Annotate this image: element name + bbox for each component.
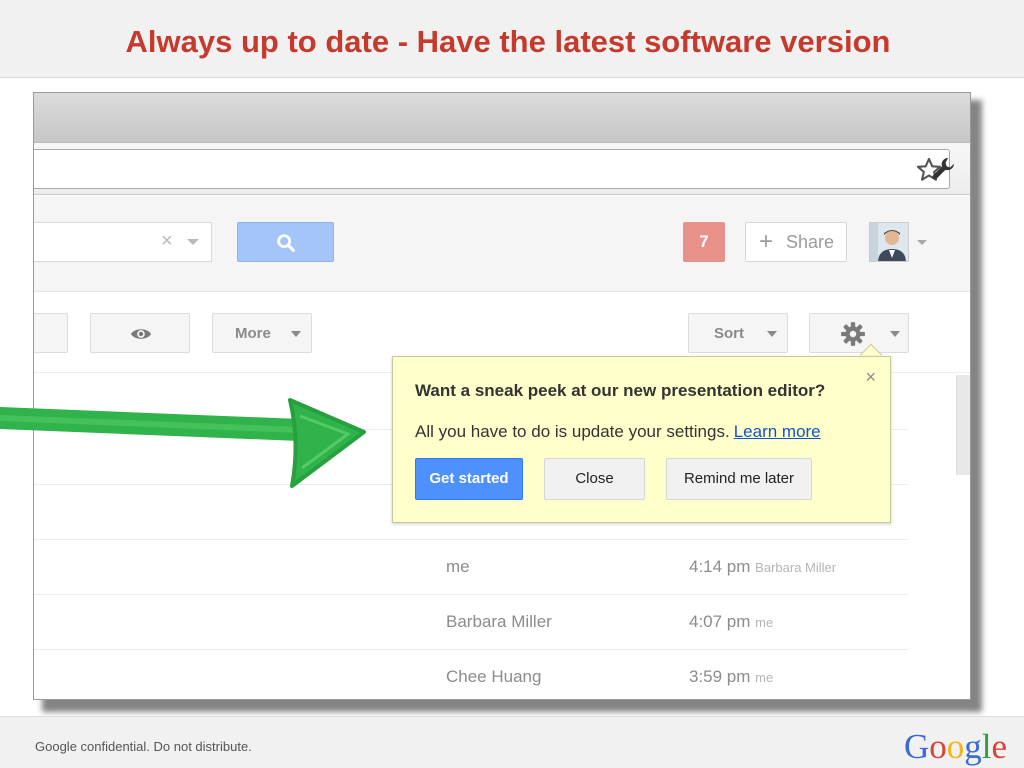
app-header: × 7 + Share [34,196,970,292]
user-photo-icon [870,223,908,261]
eye-icon [130,329,152,339]
row-meta: me [755,615,774,630]
promo-body-text: All you have to do is update your settin… [415,422,730,441]
clear-search-icon[interactable]: × [161,230,173,253]
more-button[interactable]: More [212,313,312,353]
row-sender: Chee Huang [446,667,542,686]
row-sender: Barbara Miller [446,612,552,631]
search-icon [277,234,295,252]
learn-more-link[interactable]: Learn more [734,422,821,441]
row-divider [34,594,908,595]
browser-titlebar [34,93,970,143]
close-button[interactable]: Close [544,458,645,500]
slide-footer: Google confidential. Do not distribute. … [0,716,1024,768]
search-button[interactable] [237,222,334,262]
wrench-icon[interactable] [930,155,958,183]
chevron-down-icon[interactable] [187,239,199,245]
more-label: More [235,325,271,342]
select-button[interactable] [34,313,68,353]
google-logo: Google [904,727,1008,766]
gear-icon [841,322,865,346]
row-divider [34,539,908,540]
sort-button[interactable]: Sort [688,313,788,353]
promo-body: All you have to do is update your settin… [415,422,821,442]
footer-text: Google confidential. Do not distribute. [35,739,252,754]
get-started-button[interactable]: Get started [415,458,523,500]
share-button[interactable]: + Share [745,222,847,262]
green-arrow-icon [0,398,366,488]
preview-button[interactable] [90,313,190,353]
close-icon[interactable]: × [865,367,876,388]
promo-popup: × Want a sneak peek at our new presentat… [392,356,891,523]
account-menu-chevron-icon[interactable] [917,240,927,245]
row-meta: me [755,670,774,685]
row-time: 3:59 pm me [689,667,774,686]
address-bar[interactable] [34,149,950,189]
row-meta: Barbara Miller [755,560,837,575]
chevron-down-icon [890,331,900,337]
share-label: Share [786,232,835,252]
settings-button[interactable] [809,313,909,353]
row-time: 4:07 pm me [689,612,774,631]
slide-title: Always up to date - Have the latest soft… [125,24,891,59]
avatar[interactable] [869,222,909,262]
chevron-down-icon [767,331,777,337]
notification-badge[interactable]: 7 [683,222,725,262]
remind-me-later-button[interactable]: Remind me later [666,458,812,500]
search-input[interactable]: × [34,222,212,262]
promo-title: Want a sneak peek at our new presentatio… [415,381,826,400]
scrollbar[interactable] [956,375,970,475]
chevron-down-icon [291,331,301,337]
sort-label: Sort [714,325,744,342]
row-time: 4:14 pm Barbara Miller [689,557,837,576]
slide-header: Always up to date - Have the latest soft… [0,0,1024,78]
row-sender: me [446,557,470,576]
plus-icon: + [759,228,774,255]
row-divider [34,649,908,650]
browser-toolbar [34,143,970,195]
